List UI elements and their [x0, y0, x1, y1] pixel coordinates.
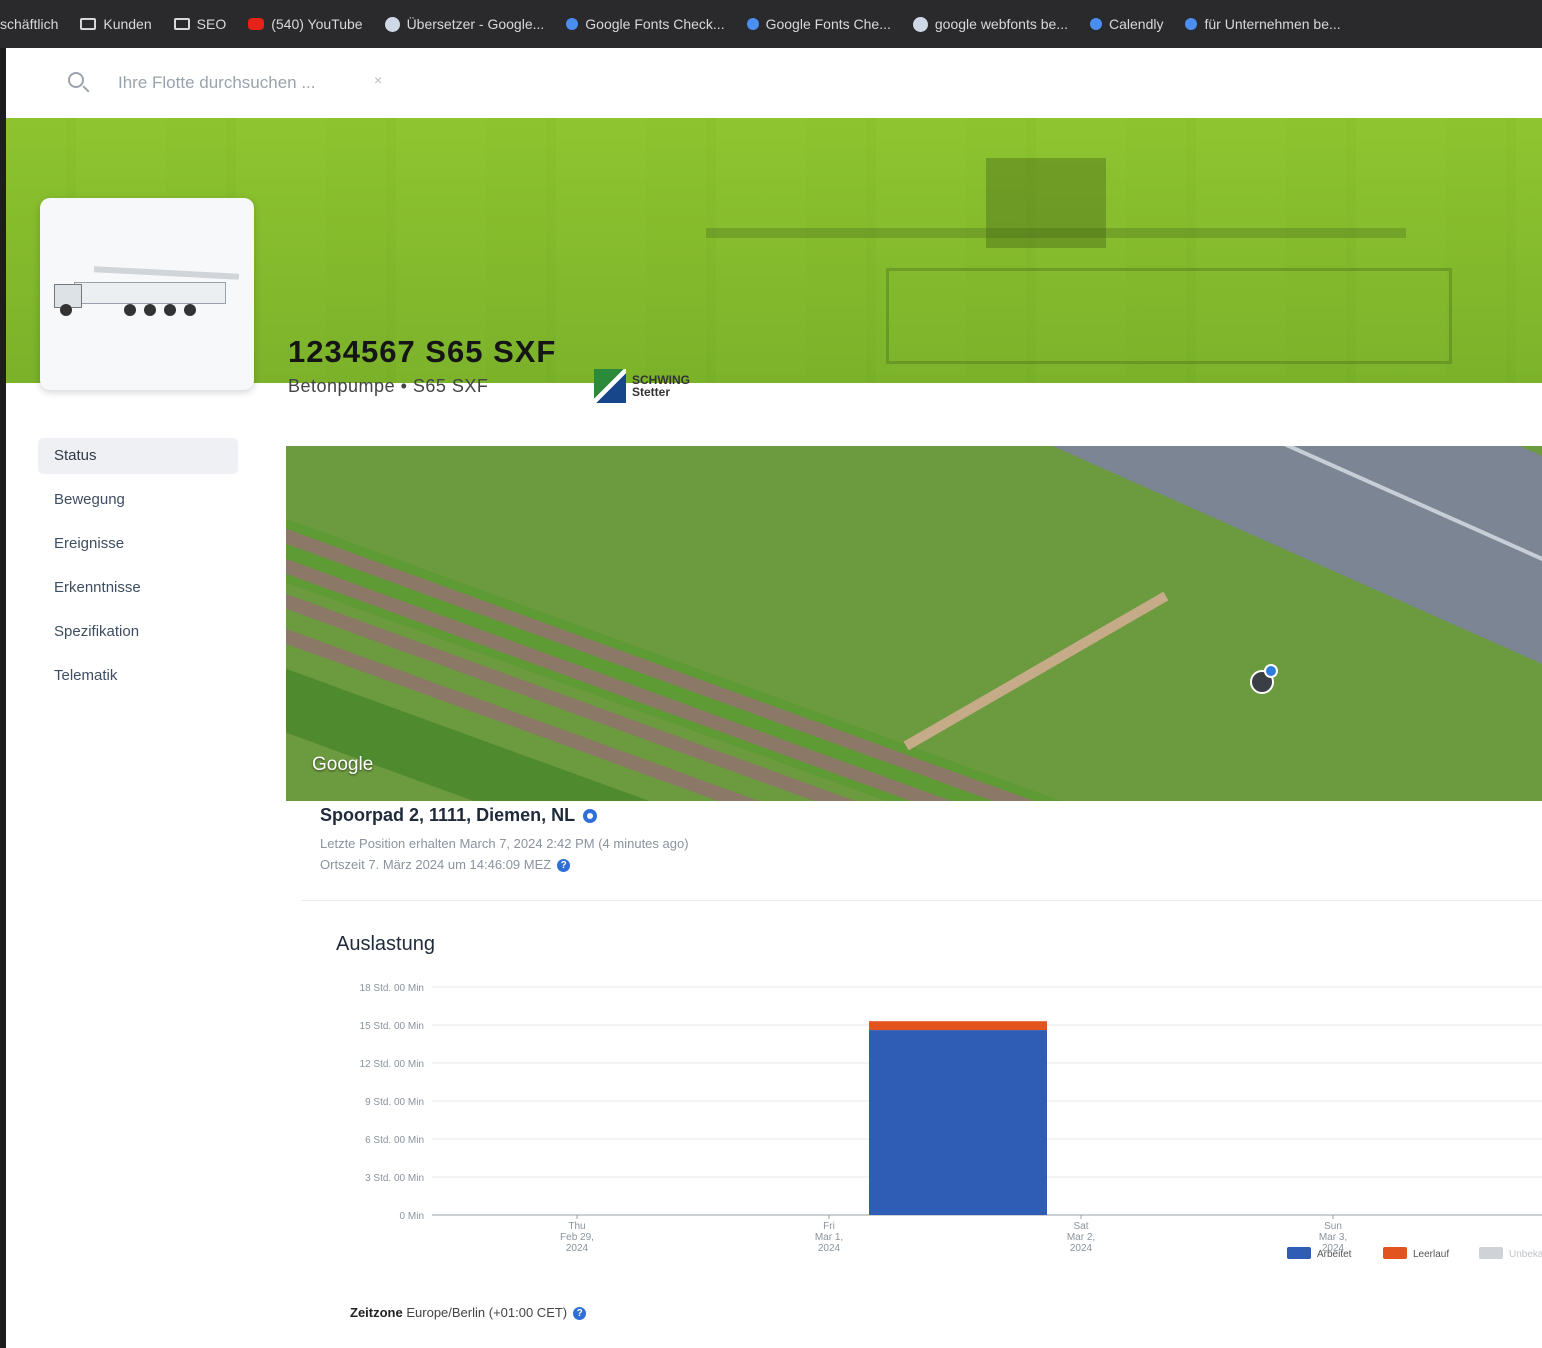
bookmark-label: Google Fonts Check...: [585, 16, 725, 32]
bookmark-label: google webfonts be...: [934, 16, 1068, 32]
brand-logo: SCHWING Stetter: [594, 366, 704, 406]
x-tick-label: Feb 29,: [560, 1232, 594, 1243]
y-tick-label: 12 Std. 00 Min: [360, 1059, 424, 1070]
bookmarks-bar: schäftlich Kunden SEO (540) YouTube Übersetz…: [0, 0, 1542, 48]
utilization-card: Auslastung 0 Min 3 Std. 00 Min 6 Std. 00 M…: [302, 900, 1542, 1348]
bookmark-item[interactable]: SEO: [173, 16, 227, 32]
app-window: × 1234567 S65 SXF Betonpumpe • S65 SXF S…: [6, 48, 1542, 1348]
schwing-logo-icon: [594, 369, 626, 403]
google-logo: Google: [312, 754, 374, 775]
info-icon[interactable]: ?: [557, 859, 571, 873]
location-address: Spoorpad 2, 1111, Diemen, NL: [320, 805, 598, 826]
legend-swatch: [1383, 1247, 1407, 1259]
bookmark-label: SEO: [196, 16, 227, 32]
bookmark-label: Calendly: [1109, 16, 1164, 32]
timezone: Zeitzone Europe/Berlin (+01:00 CET)?: [350, 1305, 587, 1321]
bookmark-item[interactable]: Calendly: [1090, 16, 1163, 32]
timezone-info-icon[interactable]: ?: [573, 1307, 587, 1321]
utilization-chart: 0 Min 3 Std. 00 Min 6 Std. 00 Min 9 Std. 00…: [360, 983, 1542, 1260]
local-time-text: Ortszeit 7. März 2024 um 14:46:09 MEZ: [320, 857, 552, 872]
bookmark-item[interactable]: Übersetzer - Google...: [384, 16, 545, 32]
satellite-map[interactable]: Google: [286, 446, 1542, 801]
bookmark-item[interactable]: Google Fonts Check...: [566, 16, 725, 32]
sidebar-item-status[interactable]: Status: [38, 438, 238, 474]
x-tick-label: Sun: [1324, 1221, 1342, 1232]
folder-icon: [80, 18, 97, 30]
vehicle-subtitle: Betonpumpe • S65 SXF: [288, 376, 489, 396]
bookmark-item[interactable]: schäftlich: [0, 16, 58, 32]
sidebar-item-ereignisse[interactable]: Ereignisse: [38, 526, 238, 562]
search-icon: [68, 72, 84, 88]
x-tick-label: Mar 1,: [815, 1232, 843, 1243]
bookmark-item[interactable]: (540) YouTube: [248, 16, 363, 32]
x-tick-label: Sat: [1073, 1221, 1088, 1232]
bookmark-label: Google Fonts Che...: [765, 16, 891, 32]
timezone-value: Europe/Berlin (+01:00 CET): [406, 1305, 568, 1320]
x-tick-label: 2024: [566, 1243, 589, 1254]
bookmark-item[interactable]: Kunden: [80, 16, 152, 32]
legend-label: Unbekannt: [1509, 1249, 1542, 1260]
x-tick-label: 2024: [818, 1243, 841, 1254]
vehicle-thumbnail: [40, 198, 254, 390]
clear-search-icon[interactable]: ×: [374, 72, 382, 88]
bookmark-item[interactable]: Google Fonts Che...: [746, 16, 891, 32]
y-tick-label: 3 Std. 00 Min: [365, 1173, 424, 1184]
utilization-title: Auslastung: [336, 933, 435, 955]
sidebar-item-telematik[interactable]: Telematik: [38, 658, 238, 694]
vehicle-location-pin-icon[interactable]: [1250, 664, 1278, 694]
x-tick-label: Mar 2,: [1067, 1232, 1095, 1243]
bookmark-icon: [746, 18, 759, 30]
bookmark-item[interactable]: für Unternehmen be...: [1185, 16, 1341, 32]
bookmark-icon: [566, 18, 579, 30]
fleet-search-bar: ×: [6, 48, 1542, 118]
legend-swatch: [1479, 1247, 1503, 1259]
x-tick-label: 2024: [1070, 1243, 1093, 1254]
sidebar-item-bewegung[interactable]: Bewegung: [38, 482, 238, 518]
legend-label: Leerlauf: [1413, 1249, 1449, 1260]
fleet-search-input[interactable]: [116, 68, 380, 98]
bookmark-label: für Unternehmen be...: [1204, 16, 1341, 32]
y-tick-label: 0 Min: [400, 1211, 424, 1222]
sidebar-item-spezifikation[interactable]: Spezifikation: [38, 614, 238, 650]
y-tick-label: 9 Std. 00 Min: [365, 1097, 424, 1108]
timezone-label: Zeitzone: [350, 1305, 403, 1320]
address-text: Spoorpad 2, 1111, Diemen, NL: [320, 805, 576, 825]
last-position-text: Letzte Position erhalten March 7, 2024 2…: [320, 836, 689, 851]
bookmark-item[interactable]: google webfonts be...: [912, 16, 1068, 32]
calendly-icon: [1090, 18, 1102, 30]
x-tick-label: Fri: [823, 1221, 835, 1232]
x-tick-label: Thu: [568, 1221, 585, 1232]
y-tick-label: 15 Std. 00 Min: [360, 1021, 424, 1032]
legend-swatch: [1287, 1247, 1311, 1259]
y-tick-label: 6 Std. 00 Min: [365, 1135, 424, 1146]
brand-subname: Stetter: [632, 385, 671, 399]
bookmark-label: schäftlich: [0, 16, 59, 32]
sidebar-nav: Status Bewegung Ereignisse Erkenntnisse …: [38, 438, 238, 702]
youtube-icon: [248, 18, 265, 30]
location-card: Spoorpad 2, 1111, Diemen, NL Letzte Posi…: [296, 801, 1542, 883]
sidebar-item-erkenntnisse[interactable]: Erkenntnisse: [38, 570, 238, 606]
folder-icon: [173, 18, 190, 30]
bookmark-icon: [1185, 18, 1198, 30]
bookmark-label: (540) YouTube: [271, 16, 363, 32]
bar-segment: [869, 1021, 1047, 1031]
vehicle-title: 1234567 S65 SXF: [288, 334, 557, 369]
concrete-pump-truck-image: [54, 266, 244, 318]
bookmark-label: Übersetzer - Google...: [406, 16, 545, 32]
y-tick-label: 18 Std. 00 Min: [360, 983, 424, 994]
x-tick-label: Mar 3,: [1319, 1232, 1347, 1243]
bar-segment: [869, 1030, 1047, 1215]
location-target-icon[interactable]: [583, 809, 598, 824]
legend-label: Arbeitet: [1317, 1249, 1352, 1260]
translate-icon: [384, 16, 400, 32]
local-time: Ortszeit 7. März 2024 um 14:46:09 MEZ?: [320, 857, 571, 873]
globe-icon: [912, 16, 928, 32]
bookmark-label: Kunden: [103, 16, 152, 32]
